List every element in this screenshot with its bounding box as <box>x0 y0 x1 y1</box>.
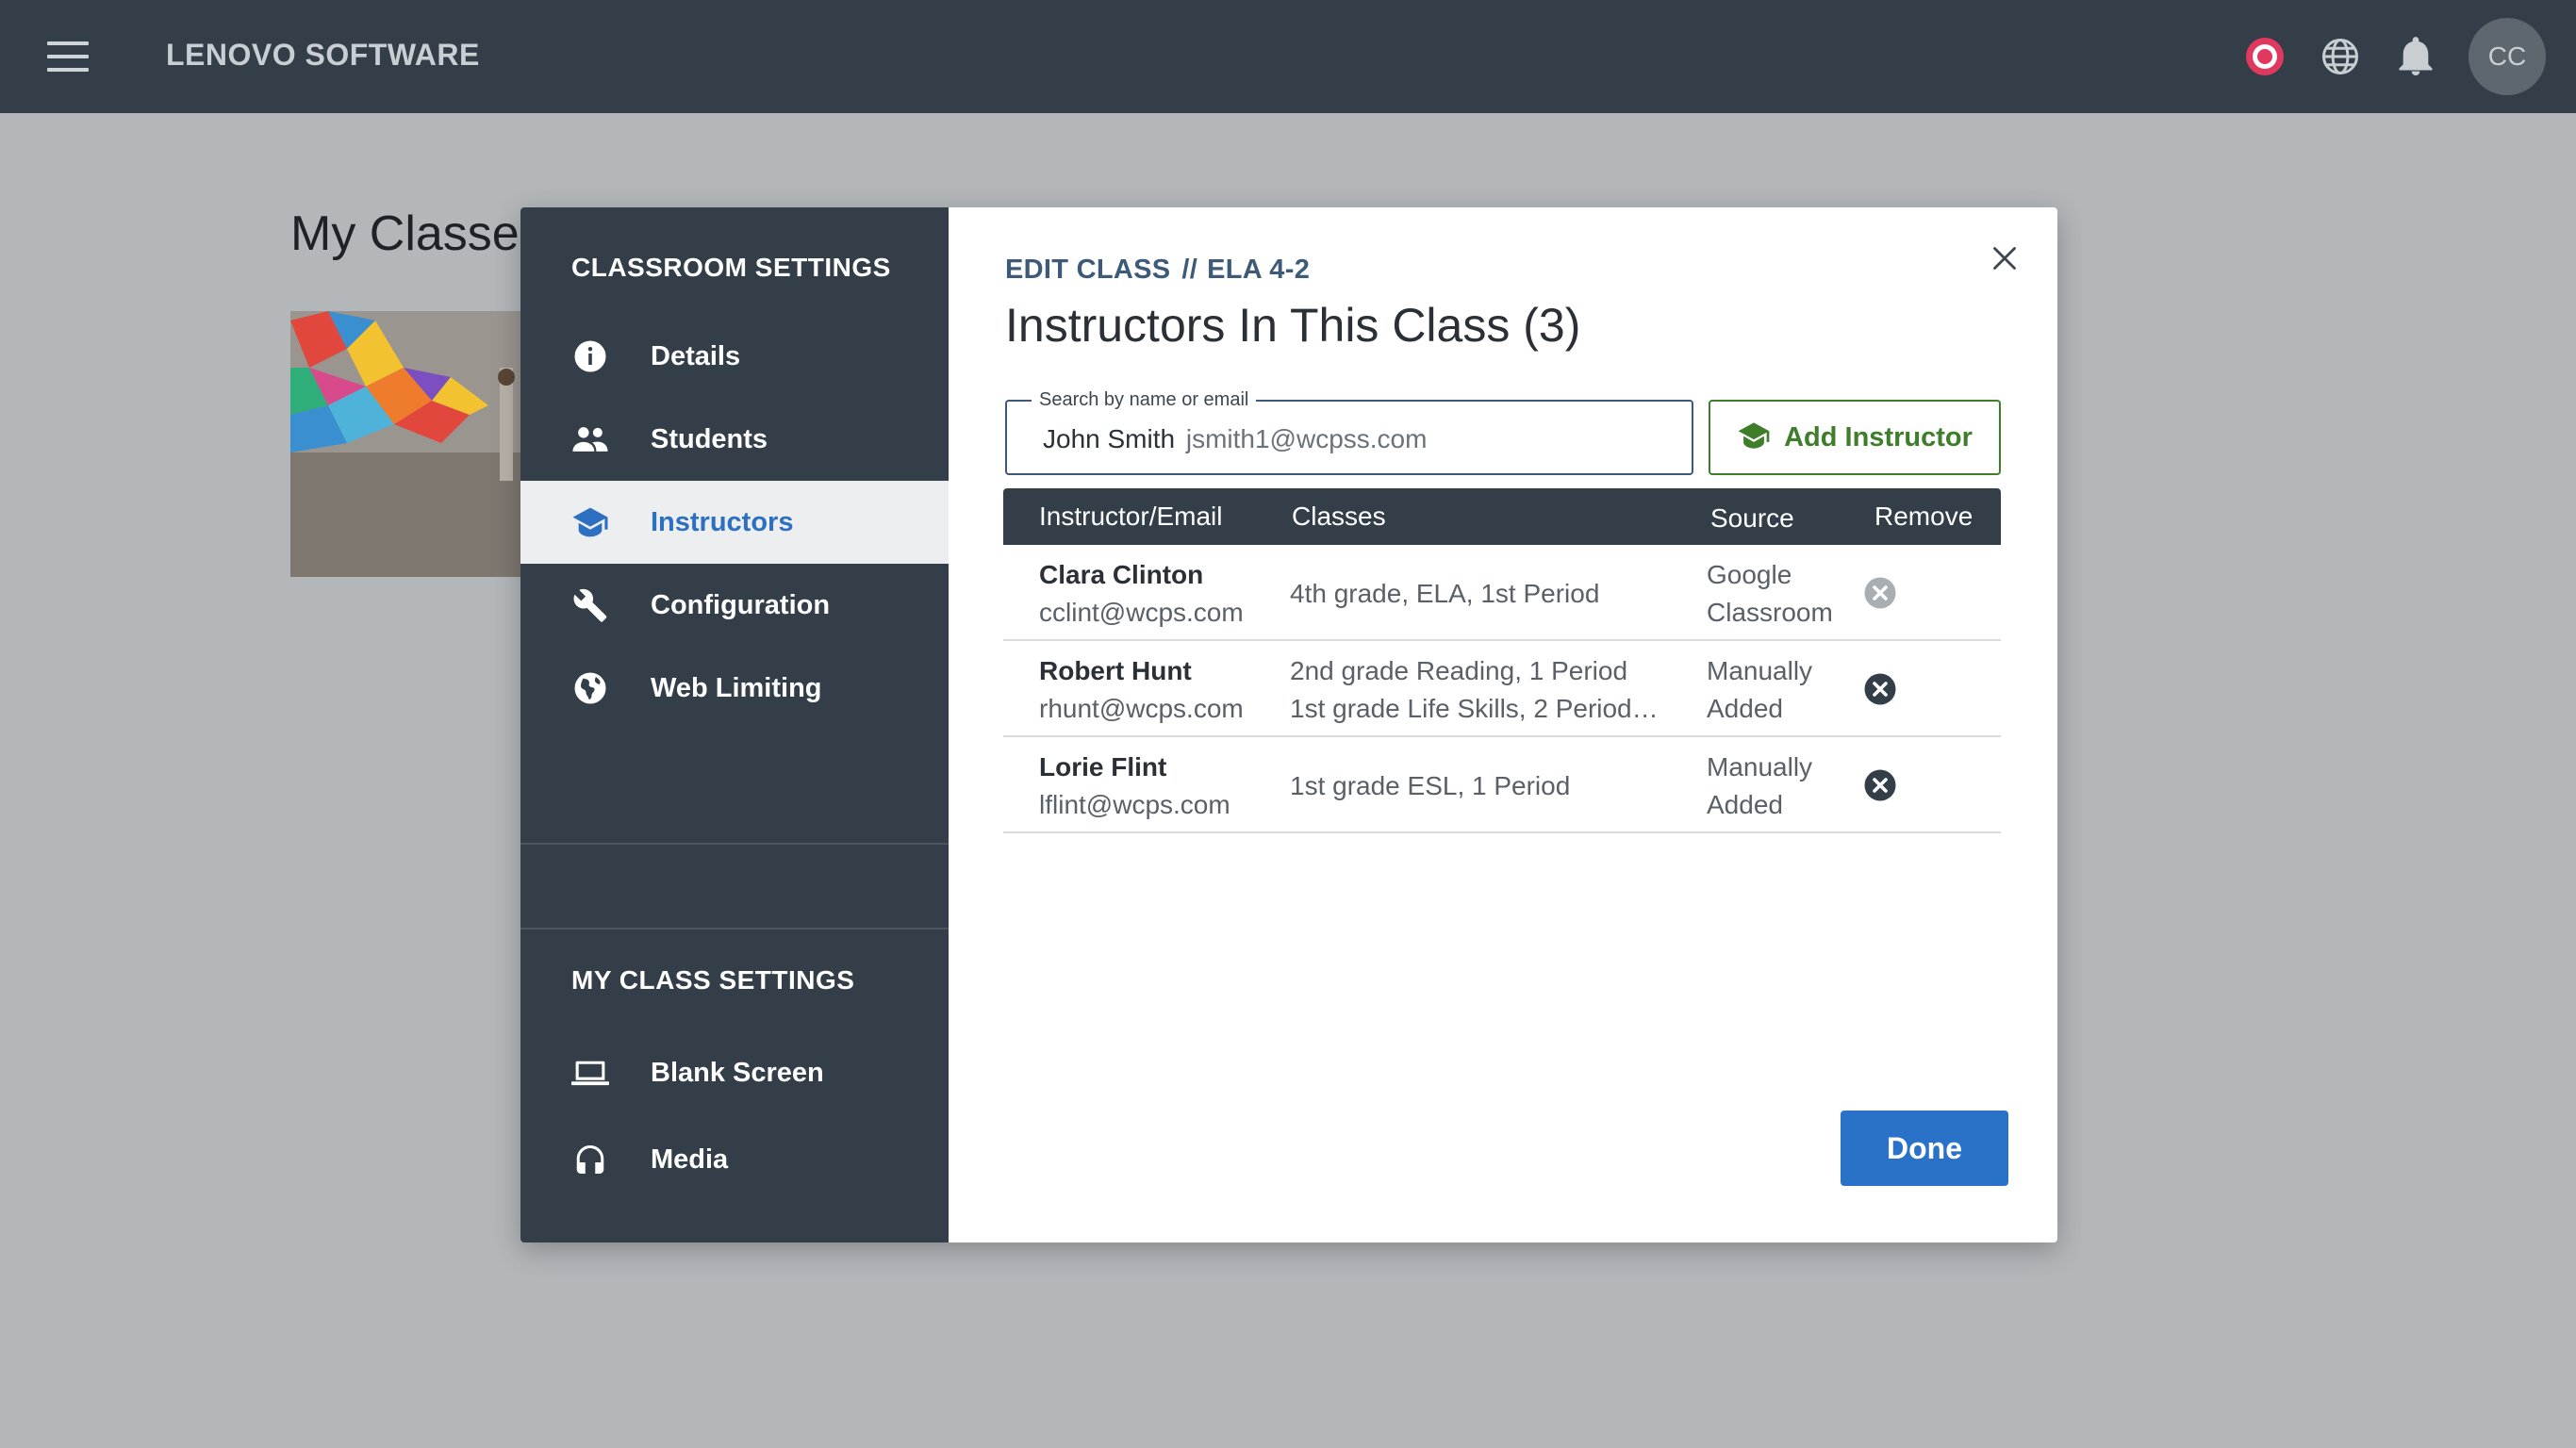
settings-sidebar: CLASSROOM SETTINGS Details Students Inst… <box>520 207 949 1242</box>
avatar[interactable]: CC <box>2469 18 2546 95</box>
sidebar-item-web-limiting[interactable]: Web Limiting <box>520 647 949 730</box>
sidebar-item-blank-screen[interactable]: Blank Screen <box>520 1031 949 1114</box>
headphones-icon <box>570 1139 611 1180</box>
classes-cell: 1st grade ESL, 1 Period <box>1290 767 1686 805</box>
instructor-email: rhunt@wcps.com <box>1039 694 1244 723</box>
panel-title: Instructors In This Class (3) <box>1005 299 1581 352</box>
sidebar-item-label: Instructors <box>651 506 794 537</box>
classroom-settings-heading: CLASSROOM SETTINGS <box>571 253 891 282</box>
search-value-email: jsmith1@wcpss.com <box>1185 424 1428 453</box>
class-entry: 1st grade ESL, 1 Period <box>1290 771 1571 800</box>
instructor-name: Lorie Flint <box>1039 752 1167 782</box>
classes-cell: 4th grade, ELA, 1st Period <box>1290 575 1686 613</box>
source-cell: Google Classroom <box>1707 560 1833 627</box>
instructor-name: Clara Clinton <box>1039 560 1204 589</box>
sidebar-item-label: Media <box>651 1144 729 1175</box>
classroom-settings-dialog: CLASSROOM SETTINGS Details Students Inst… <box>520 207 2057 1242</box>
class-thumbnail-image[interactable] <box>290 311 536 577</box>
graduation-cap-icon <box>1737 421 1771 454</box>
sidebar-item-media[interactable]: Media <box>520 1118 949 1201</box>
column-header-instructor: Instructor/Email <box>1039 502 1223 531</box>
add-instructor-button[interactable]: Add Instructor <box>1709 400 2001 475</box>
source-cell: Manually Added <box>1707 752 1813 819</box>
instructor-email: lflint@wcps.com <box>1039 790 1230 819</box>
breadcrumb-class: ELA 4-2 <box>1207 255 1311 285</box>
graduation-cap-icon <box>570 502 611 543</box>
breadcrumb-section: EDIT CLASS <box>1005 255 1171 285</box>
instructor-name: Robert Hunt <box>1039 656 1192 685</box>
class-entry: 4th grade, ELA, 1st Period <box>1290 579 1600 608</box>
table-row: Lorie Flint lflint@wcps.com 1st grade ES… <box>1003 737 2001 833</box>
sidebar-item-students[interactable]: Students <box>520 398 949 481</box>
search-input[interactable]: John Smith jsmith1@wcpss.com <box>1043 424 1427 454</box>
globe-icon <box>570 667 611 709</box>
classes-cell: 2nd grade Reading, 1 Period 1st grade Li… <box>1290 652 1686 728</box>
record-icon[interactable] <box>2242 34 2287 79</box>
remove-icon[interactable] <box>1861 766 1899 804</box>
sidebar-item-label: Students <box>651 423 768 454</box>
instructors-table: Instructor/Email Classes Source Remove C… <box>1003 488 2001 833</box>
done-button[interactable]: Done <box>1841 1111 2008 1186</box>
column-header-classes: Classes <box>1292 502 1386 531</box>
sidebar-item-label: Web Limiting <box>651 672 822 703</box>
breadcrumb: EDIT CLASS // ELA 4-2 <box>1005 255 1310 286</box>
sidebar-item-details[interactable]: Details <box>520 315 949 398</box>
people-icon <box>570 419 611 460</box>
info-icon <box>570 336 611 377</box>
table-header: Instructor/Email Classes Source Remove <box>1003 488 2001 545</box>
search-value-name: John Smith <box>1043 424 1176 453</box>
top-app-bar: LENOVO SOFTWARE CC <box>0 0 2576 113</box>
close-icon[interactable] <box>1986 239 2023 277</box>
sidebar-divider <box>520 928 949 930</box>
sidebar-item-label: Configuration <box>651 589 831 620</box>
class-entry: 2nd grade Reading, 1 Period <box>1290 656 1628 685</box>
instructor-search-field[interactable]: Search by name or email John Smith jsmit… <box>1005 389 1693 475</box>
bell-icon[interactable] <box>2393 34 2438 79</box>
brand-title: LENOVO SOFTWARE <box>166 38 480 72</box>
breadcrumb-separator: // <box>1181 255 1198 285</box>
globe-icon[interactable] <box>2318 34 2363 79</box>
search-label: Search by name or email <box>1032 389 1257 411</box>
column-header-remove: Remove <box>1874 502 1973 531</box>
wrench-icon <box>570 584 611 626</box>
page-title: My Classes <box>290 206 544 261</box>
class-entry: 1st grade Life Skills, 2 Period… <box>1290 694 1659 723</box>
instructor-cell: Robert Hunt rhunt@wcps.com <box>1039 652 1244 728</box>
sidebar-item-instructors[interactable]: Instructors <box>520 481 949 564</box>
sidebar-item-configuration[interactable]: Configuration <box>520 564 949 647</box>
source-cell: Manually Added <box>1707 656 1813 723</box>
sidebar-divider <box>520 843 949 845</box>
my-class-settings-heading: MY CLASS SETTINGS <box>571 965 855 995</box>
column-header-source: Source <box>1710 503 1794 533</box>
instructor-cell: Lorie Flint lflint@wcps.com <box>1039 749 1230 824</box>
table-row: Clara Clinton cclint@wcps.com 4th grade,… <box>1003 545 2001 641</box>
sidebar-item-label: Blank Screen <box>651 1057 824 1088</box>
sidebar-item-label: Details <box>651 340 741 371</box>
remove-icon[interactable] <box>1861 574 1899 612</box>
top-actions: CC <box>2242 18 2546 95</box>
remove-icon[interactable] <box>1861 670 1899 708</box>
laptop-icon <box>570 1052 611 1094</box>
instructor-email: cclint@wcps.com <box>1039 598 1244 627</box>
table-row: Robert Hunt rhunt@wcps.com 2nd grade Rea… <box>1003 641 2001 737</box>
add-instructor-label: Add Instructor <box>1784 421 1973 452</box>
menu-icon[interactable] <box>47 41 89 72</box>
instructors-panel: EDIT CLASS // ELA 4-2 Instructors In This … <box>949 207 2057 1242</box>
instructor-cell: Clara Clinton cclint@wcps.com <box>1039 556 1244 632</box>
